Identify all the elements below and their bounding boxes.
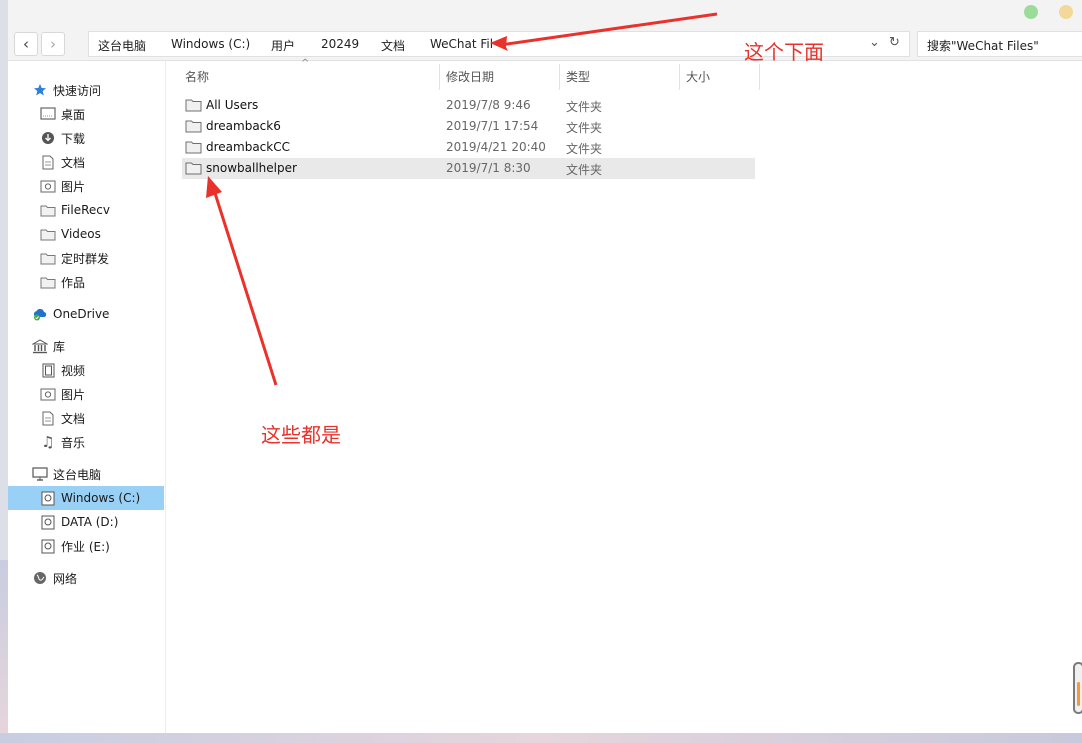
annotation-arrow-bottom <box>212 189 278 386</box>
annotation-arrows <box>206 12 718 386</box>
annotation-arrow-bottom-head <box>206 176 222 198</box>
annotation-top: 这个下面 <box>744 40 824 64</box>
annotation-bottom: 这些都是 <box>261 423 341 447</box>
